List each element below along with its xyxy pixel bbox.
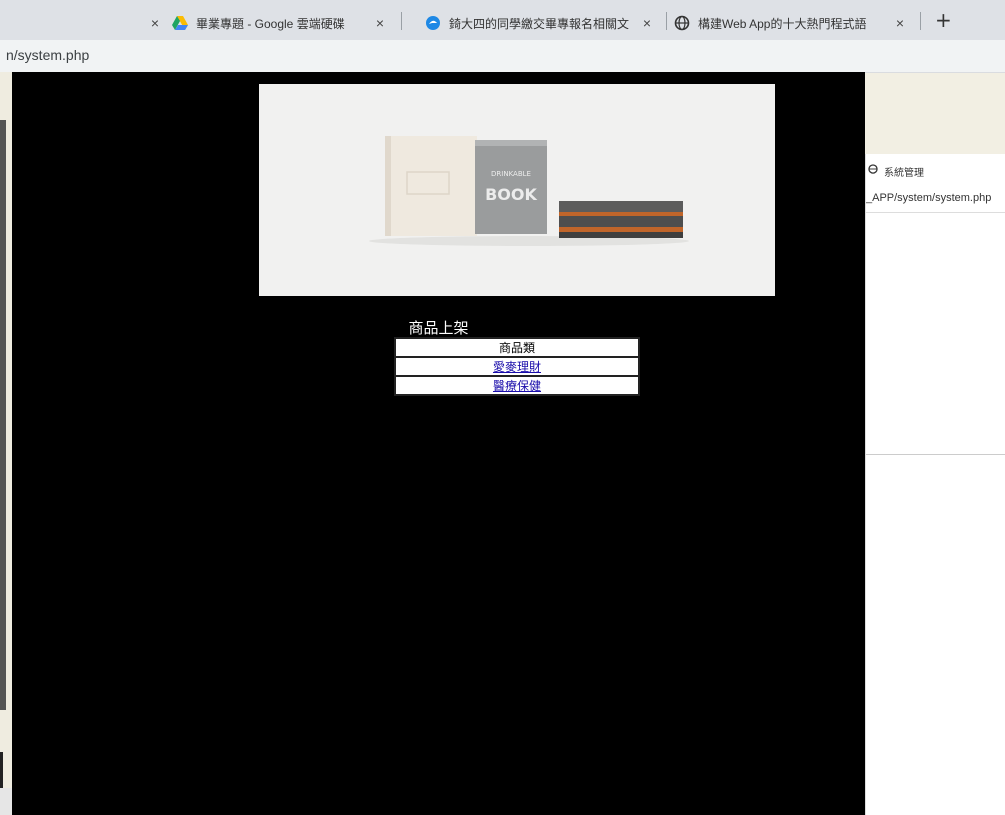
globe-icon xyxy=(868,164,878,177)
url-text[interactable]: n/system.php xyxy=(6,47,89,63)
tab-title: 錡大四的同學繳交畢專報名相關文 xyxy=(449,16,630,31)
background-window-edge xyxy=(0,752,3,788)
table-header: 商品類 xyxy=(396,339,638,356)
secondary-tab-title: 系統管理 xyxy=(884,168,924,179)
book-brand-text: DRINKABLE xyxy=(491,170,531,178)
product-banner-image: DRINKABLE BOOK xyxy=(259,84,775,296)
page-title: 商品上架 xyxy=(408,320,469,337)
tab-edge-page[interactable]: 錡大四的同學繳交畢專報名相關文 × xyxy=(425,6,657,40)
new-tab-button[interactable]: + xyxy=(935,8,952,32)
secondary-url[interactable]: _APP/system/system.php xyxy=(866,192,1005,204)
tab-strip: × 畢業專題 - Google 雲端硬碟 × 錡大四的同學繳交畢專報名相關文 ×… xyxy=(0,0,1005,40)
tab-title: 畢業專題 - Google 雲端硬碟 xyxy=(196,16,345,31)
tab-web-app[interactable]: 構建Web App的十大熱門程式語 × xyxy=(674,6,910,40)
secondary-window: 系統管理 _APP/system/system.php xyxy=(865,154,1005,815)
background-window-edge xyxy=(0,120,6,710)
tab-close-icon[interactable]: × xyxy=(151,15,159,31)
globe-icon xyxy=(674,15,690,31)
page-content: DRINKABLE BOOK 商品上架 商品類 愛麥理財 醫療保健 xyxy=(12,72,865,815)
category-link-health[interactable]: 醫療保健 xyxy=(493,379,541,393)
edge-icon xyxy=(425,15,441,31)
tab-google-drive[interactable]: 畢業專題 - Google 雲端硬碟 × xyxy=(172,6,390,40)
product-category-table: 商品類 愛麥理財 醫療保健 xyxy=(394,337,640,396)
google-drive-icon xyxy=(172,15,188,31)
address-bar[interactable]: n/system.php xyxy=(0,40,1005,73)
tab-close-icon[interactable]: × xyxy=(376,15,384,31)
secondary-tab[interactable]: 系統管理 xyxy=(866,154,1005,188)
category-link-finance[interactable]: 愛麥理財 xyxy=(493,360,541,374)
tab-active[interactable]: × xyxy=(0,6,165,40)
book-brand-text: BOOK xyxy=(485,185,537,204)
tab-title: 構建Web App的十大熱門程式語 xyxy=(698,16,867,31)
tab-close-icon[interactable]: × xyxy=(643,15,651,31)
tab-close-icon[interactable]: × xyxy=(896,15,904,31)
